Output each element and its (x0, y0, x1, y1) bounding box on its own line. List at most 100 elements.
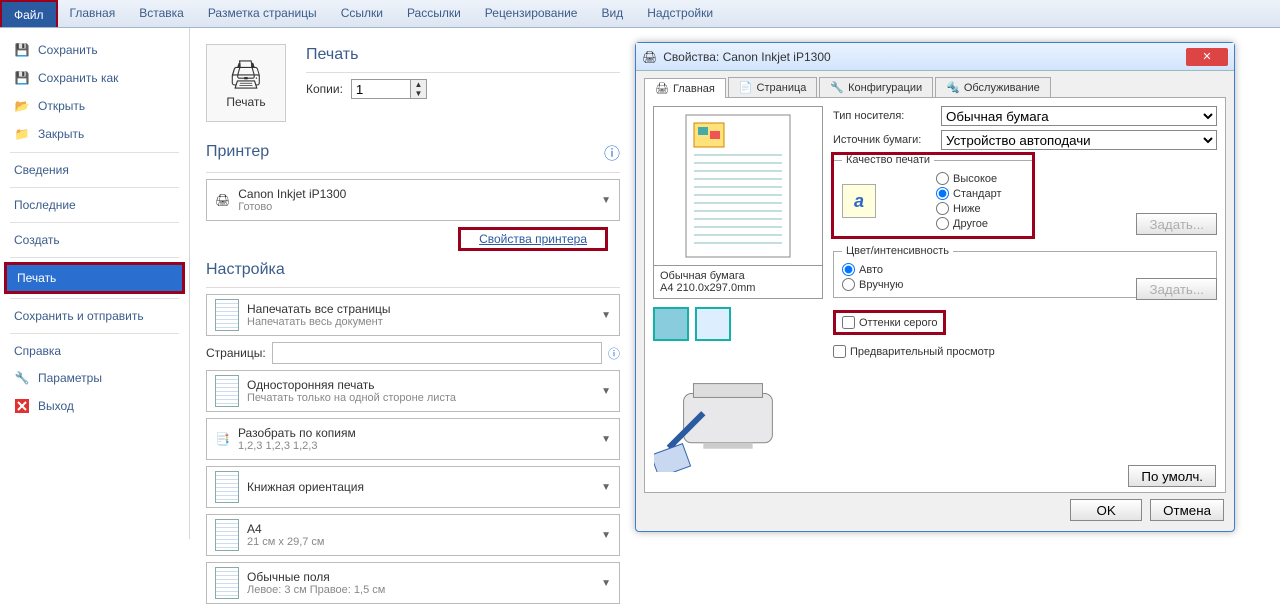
ribbon-tab-view[interactable]: Вид (589, 0, 635, 27)
margins-icon (215, 567, 239, 599)
backstage-sidebar: 💾Сохранить 💾Сохранить как 📂Открыть 📁Закр… (0, 28, 190, 539)
document-icon (215, 375, 239, 407)
sidebar-label: Параметры (38, 371, 102, 385)
opt-title: A4 (247, 522, 325, 536)
info-icon[interactable]: ⓘ (608, 345, 620, 362)
divider (10, 257, 179, 258)
source-select[interactable]: Устройство автоподачи (941, 130, 1217, 150)
margins-dropdown[interactable]: Обычные поляЛевое: 3 см Правое: 1,5 см ▼ (206, 562, 620, 604)
sidebar-label: Сохранить и отправить (14, 309, 144, 323)
printer-dropdown[interactable]: 🖨 Canon Inkjet iP1300 Готово ▼ (206, 179, 620, 221)
opt-title: Односторонняя печать (247, 378, 456, 392)
printer-icon: 🖨 (642, 50, 657, 64)
quality-radio-standard[interactable]: Стандарт (936, 187, 1002, 200)
divider (10, 222, 179, 223)
quality-radio-low[interactable]: Ниже (936, 202, 1002, 215)
close-button[interactable]: ✕ (1186, 48, 1228, 66)
duplex-dropdown[interactable]: Односторонняя печатьПечатать только на о… (206, 370, 620, 412)
feed-page-icon (695, 307, 731, 341)
sidebar-label: Последние (14, 198, 76, 212)
page-preview (653, 106, 823, 266)
chevron-down-icon: ▼ (601, 434, 611, 445)
chevron-down-icon: ▼ (601, 386, 611, 397)
chevron-up-icon[interactable]: ▲ (411, 80, 426, 89)
sidebar-item-save[interactable]: 💾Сохранить (0, 36, 189, 64)
printer-properties-link[interactable]: Свойства принтера (458, 227, 608, 251)
spinner-arrows[interactable]: ▲▼ (411, 79, 427, 99)
dialog-title: Свойства: Canon Inkjet iP1300 (663, 50, 830, 64)
sidebar-item-saveas[interactable]: 💾Сохранить как (0, 64, 189, 92)
close-file-icon: 📁 (14, 126, 30, 142)
sidebar-item-share[interactable]: Сохранить и отправить (0, 303, 189, 329)
print-button[interactable]: 🖨 Печать (206, 44, 286, 122)
print-range-dropdown[interactable]: Напечатать все страницыНапечатать весь д… (206, 294, 620, 336)
sidebar-item-close[interactable]: 📁Закрыть (0, 120, 189, 148)
ribbon-tab-home[interactable]: Главная (58, 0, 128, 27)
quality-radio-high[interactable]: Высокое (936, 172, 1002, 185)
open-icon: 📂 (14, 98, 30, 114)
color-legend: Цвет/интенсивность (842, 245, 953, 257)
sidebar-label: Выход (38, 399, 74, 413)
printer-icon: 🖨 (228, 58, 264, 91)
ribbon: Файл Главная Вставка Разметка страницы С… (0, 0, 1280, 28)
settings-pane: Тип носителя: Обычная бумага Источник бум… (833, 106, 1217, 484)
sidebar-item-open[interactable]: 📂Открыть (0, 92, 189, 120)
grayscale-checkbox[interactable]: Оттенки серого (833, 310, 946, 335)
ribbon-tab-review[interactable]: Рецензирование (473, 0, 590, 27)
orientation-dropdown[interactable]: Книжная ориентация ▼ (206, 466, 620, 508)
tab-icon: 📄 (739, 81, 753, 94)
tab-config[interactable]: 🔧Конфигурации (819, 77, 933, 97)
preview-media: Обычная бумага (660, 270, 816, 282)
defaults-button[interactable]: По умолч. (1128, 465, 1216, 487)
paper-size-dropdown[interactable]: A421 см x 29,7 см ▼ (206, 514, 620, 556)
sidebar-item-options[interactable]: 🔧Параметры (0, 364, 189, 392)
ribbon-tab-addins[interactable]: Надстройки (635, 0, 725, 27)
opt-sub: 21 см x 29,7 см (247, 536, 325, 548)
ribbon-tab-layout[interactable]: Разметка страницы (196, 0, 329, 27)
collate-dropdown[interactable]: 📑 Разобрать по копиям1,2,3 1,2,3 1,2,3 ▼ (206, 418, 620, 460)
chevron-down-icon[interactable]: ▼ (411, 89, 426, 98)
preview-size: A4 210.0x297.0mm (660, 282, 816, 294)
sidebar-item-new[interactable]: Создать (0, 227, 189, 253)
tab-icon: 🔧 (830, 81, 844, 94)
ok-button[interactable]: OK (1070, 499, 1142, 521)
dialog-footer: OK Отмена (644, 493, 1226, 523)
ribbon-tab-links[interactable]: Ссылки (329, 0, 395, 27)
info-icon[interactable]: ⓘ (604, 140, 620, 164)
cancel-button[interactable]: Отмена (1150, 499, 1224, 521)
copies-input[interactable] (351, 79, 411, 99)
ribbon-tab-file[interactable]: Файл (0, 0, 58, 27)
divider (10, 298, 179, 299)
media-label: Тип носителя: (833, 110, 935, 122)
opt-title: Книжная ориентация (247, 480, 364, 494)
dialog-titlebar[interactable]: 🖨 Свойства: Canon Inkjet iP1300 ✕ (636, 43, 1234, 71)
color-radio-auto[interactable]: Авто (842, 263, 1208, 276)
preview-pane: Обычная бумага A4 210.0x297.0mm (653, 106, 823, 484)
sidebar-item-recent[interactable]: Последние (0, 192, 189, 218)
sidebar-item-info[interactable]: Сведения (0, 157, 189, 183)
sidebar-item-exit[interactable]: Выход (0, 392, 189, 420)
quality-radio-other[interactable]: Другое (936, 217, 1002, 230)
copies-spinner[interactable]: ▲▼ (351, 79, 427, 99)
portrait-icon (215, 471, 239, 503)
tab-maintenance[interactable]: 🔩Обслуживание (935, 77, 1051, 97)
print-panel: 🖨 Печать Печать Копии: ▲▼ Принтерⓘ 🖨 (190, 28, 620, 539)
ribbon-tab-mailings[interactable]: Рассылки (395, 0, 473, 27)
media-select[interactable]: Обычная бумага (941, 106, 1217, 126)
opt-sub: Напечатать весь документ (247, 316, 391, 328)
ribbon-tab-insert[interactable]: Вставка (127, 0, 196, 27)
chevron-down-icon: ▼ (601, 578, 611, 589)
sidebar-label: Сохранить как (38, 71, 118, 85)
pages-input[interactable] (272, 342, 602, 364)
preview-checkbox[interactable]: Предварительный просмотр (833, 345, 1217, 358)
tab-main[interactable]: 🖨Главная (644, 78, 726, 98)
tab-page[interactable]: 📄Страница (728, 77, 818, 97)
sidebar-item-help[interactable]: Справка (0, 338, 189, 364)
sidebar-item-print[interactable]: Печать (4, 262, 185, 294)
chevron-down-icon: ▼ (601, 195, 611, 206)
tab-icon: 🖨 (655, 82, 669, 95)
printer-properties-dialog: 🖨 Свойства: Canon Inkjet iP1300 ✕ 🖨Главн… (635, 42, 1235, 532)
source-label: Источник бумаги: (833, 134, 935, 146)
opt-title: Разобрать по копиям (238, 426, 356, 440)
feed-diagram (653, 307, 823, 341)
